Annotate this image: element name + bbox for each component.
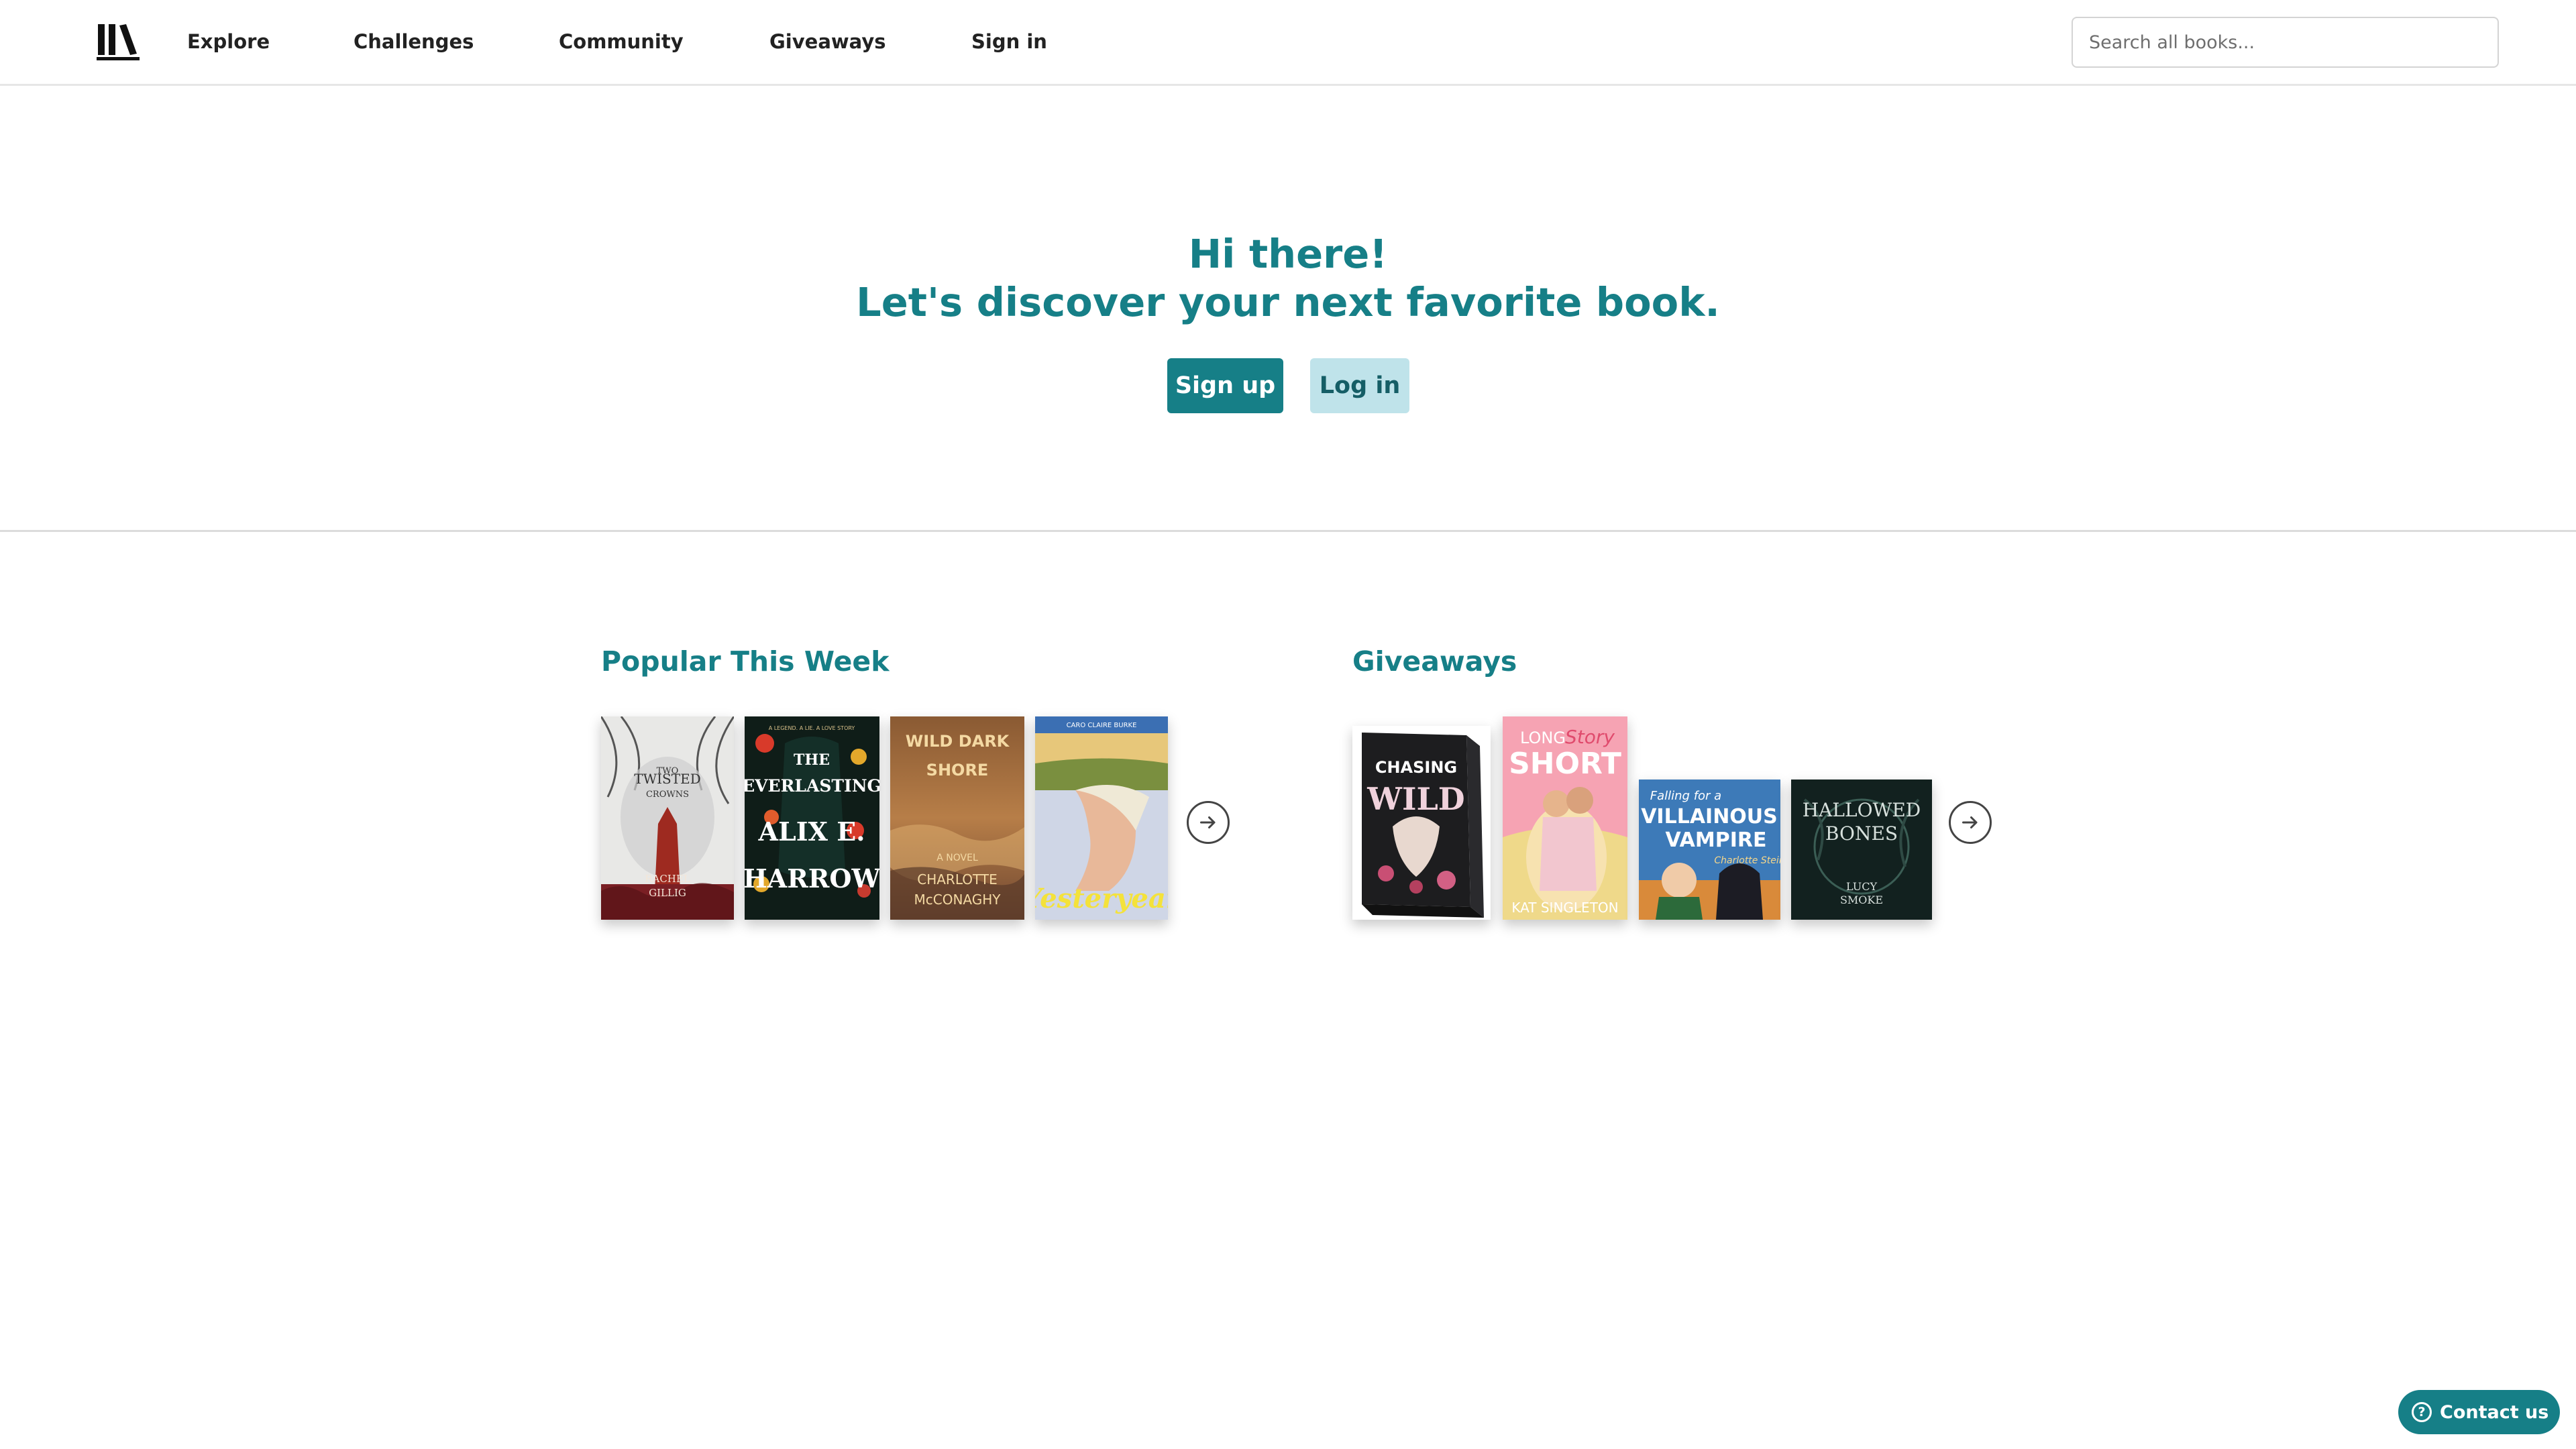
nav-community[interactable]: Community	[559, 30, 684, 54]
svg-text:RACHEL: RACHEL	[645, 873, 690, 885]
book-cover-falling-for-a-villainous-vampire[interactable]: Falling for a VILLAINOUS VAMPIRE Charlot…	[1639, 780, 1780, 920]
hero-tagline: Let's discover your next favorite book.	[856, 279, 1720, 325]
svg-text:KAT SINGLETON: KAT SINGLETON	[1511, 900, 1618, 916]
svg-text:GILLIG: GILLIG	[649, 887, 686, 899]
svg-text:CHASING: CHASING	[1375, 758, 1457, 777]
svg-text:CARO CLAIRE BURKE: CARO CLAIRE BURKE	[1067, 722, 1137, 729]
svg-text:LUCY: LUCY	[1846, 880, 1877, 893]
svg-text:SMOKE: SMOKE	[1840, 894, 1883, 906]
popular-next-arrow-icon[interactable]	[1187, 801, 1230, 844]
svg-text:Yesteryear: Yesteryear	[1035, 883, 1168, 914]
svg-text:THE: THE	[794, 751, 830, 769]
svg-text:Falling for a: Falling for a	[1650, 789, 1721, 803]
svg-text:VAMPIRE: VAMPIRE	[1666, 828, 1767, 852]
book-cover-the-everlasting[interactable]: A LEGEND. A LIE. A LOVE STORY THE EVERLA…	[745, 716, 879, 920]
giveaways-heading: Giveaways	[1352, 645, 1517, 678]
book-cover-hallowed-bones[interactable]: HALLOWED BONES LUCY SMOKE	[1791, 780, 1932, 920]
contact-us-button[interactable]: ? Contact us	[2398, 1390, 2560, 1434]
popular-this-week-heading: Popular This Week	[601, 645, 890, 678]
svg-text:SHORT: SHORT	[1509, 747, 1621, 781]
giveaways-next-arrow-icon[interactable]	[1949, 801, 1992, 844]
book-cover-long-story-short[interactable]: LONG Story SHORT KAT SINGLETON	[1503, 716, 1627, 920]
book-cover-yesteryear[interactable]: CARO CLAIRE BURKE Yesteryear	[1035, 716, 1168, 920]
nav-sign-in[interactable]: Sign in	[971, 30, 1047, 54]
section-divider	[0, 530, 2576, 532]
book-cover-chasing-wild[interactable]: CHASING WILD	[1352, 726, 1491, 920]
svg-text:TWISTED: TWISTED	[634, 771, 700, 787]
log-in-button[interactable]: Log in	[1310, 358, 1409, 413]
contact-us-label: Contact us	[2440, 1401, 2549, 1423]
top-nav: Explore Challenges Community Giveaways S…	[0, 0, 2576, 86]
svg-text:Story: Story	[1565, 726, 1615, 748]
svg-text:BONES: BONES	[1825, 822, 1898, 845]
svg-text:LONG: LONG	[1520, 729, 1566, 747]
book-cover-two-twisted-crowns[interactable]: TWO TWISTED CROWNS RACHEL GILLIG	[601, 716, 734, 920]
sign-up-button[interactable]: Sign up	[1167, 358, 1283, 413]
svg-text:SHORE: SHORE	[926, 761, 989, 780]
hero-greeting: Hi there!	[1188, 231, 1388, 277]
svg-text:CHARLOTTE: CHARLOTTE	[917, 871, 997, 888]
svg-text:CROWNS: CROWNS	[646, 790, 689, 800]
svg-text:HARROW: HARROW	[745, 863, 879, 894]
svg-text:HALLOWED: HALLOWED	[1803, 799, 1921, 821]
svg-text:WILD DARK: WILD DARK	[906, 732, 1010, 751]
search-input[interactable]	[2072, 17, 2499, 68]
nav-giveaways[interactable]: Giveaways	[769, 30, 886, 54]
svg-text:A NOVEL: A NOVEL	[936, 853, 978, 863]
svg-text:Charlotte Stein: Charlotte Stein	[1714, 855, 1780, 866]
nav-explore[interactable]: Explore	[187, 30, 270, 54]
svg-text:VILLAINOUS: VILLAINOUS	[1641, 805, 1778, 828]
storygraph-logo-icon[interactable]	[97, 23, 140, 62]
svg-text:WILD: WILD	[1366, 781, 1464, 817]
svg-text:ALIX E.: ALIX E.	[758, 816, 865, 847]
svg-text:A LEGEND. A LIE. A LOVE STORY: A LEGEND. A LIE. A LOVE STORY	[769, 725, 855, 731]
book-cover-wild-dark-shore[interactable]: WILD DARK SHORE A NOVEL CHARLOTTE McCONA…	[890, 716, 1024, 920]
svg-text:McCONAGHY: McCONAGHY	[914, 892, 1001, 908]
svg-text:EVERLASTING: EVERLASTING	[745, 776, 879, 796]
help-question-icon: ?	[2412, 1402, 2432, 1422]
nav-challenges[interactable]: Challenges	[354, 30, 474, 54]
